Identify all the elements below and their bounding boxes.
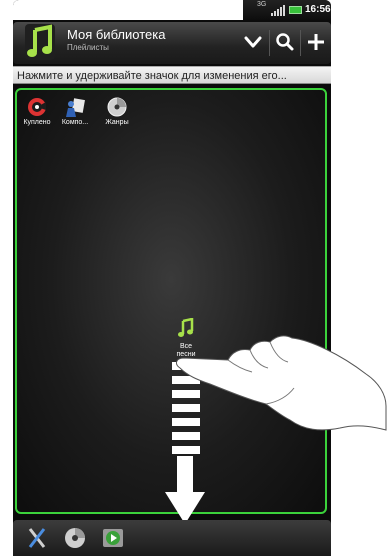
page-title: Моя библиотека bbox=[67, 27, 166, 42]
page-subtitle: Плейлисты bbox=[67, 43, 109, 52]
phone-screen: 3G 16:56 Моя библиотека Плейлисты Нажмит… bbox=[13, 0, 331, 556]
tile-label: Жанры bbox=[105, 119, 129, 126]
signal-icon bbox=[271, 5, 285, 16]
tools-icon[interactable] bbox=[25, 526, 49, 550]
tile-composers[interactable]: Компо... bbox=[55, 96, 95, 127]
library-header: Моя библиотека Плейлисты bbox=[13, 22, 331, 64]
network-indicator: 3G bbox=[257, 1, 267, 8]
status-bar-blank bbox=[13, 0, 243, 20]
battery-icon bbox=[289, 6, 302, 14]
music-note-icon[interactable] bbox=[25, 24, 55, 60]
tile-purchased[interactable]: Куплено bbox=[17, 96, 57, 127]
cd-icon[interactable] bbox=[63, 526, 87, 550]
hint-bar: Нажмите и удерживайте значок для изменен… bbox=[13, 66, 331, 84]
purchased-icon bbox=[28, 98, 46, 116]
tile-genres[interactable]: Жанры bbox=[97, 96, 137, 127]
search-icon[interactable] bbox=[271, 27, 299, 57]
status-clock: 16:56 bbox=[305, 4, 331, 15]
genres-icon bbox=[107, 97, 127, 117]
tile-label: Куплено bbox=[23, 119, 51, 126]
podcast-icon[interactable] bbox=[101, 526, 125, 550]
status-bar: 3G 16:56 bbox=[13, 0, 331, 20]
hand-gesture-illustration bbox=[176, 335, 387, 431]
header-divider bbox=[300, 30, 301, 56]
chevron-down-icon[interactable] bbox=[239, 27, 267, 57]
composer-icon bbox=[66, 98, 85, 117]
plus-icon[interactable] bbox=[302, 27, 330, 57]
header-divider bbox=[269, 30, 270, 56]
tile-label: Компо... bbox=[61, 119, 89, 126]
bottom-toolbar bbox=[13, 520, 331, 556]
